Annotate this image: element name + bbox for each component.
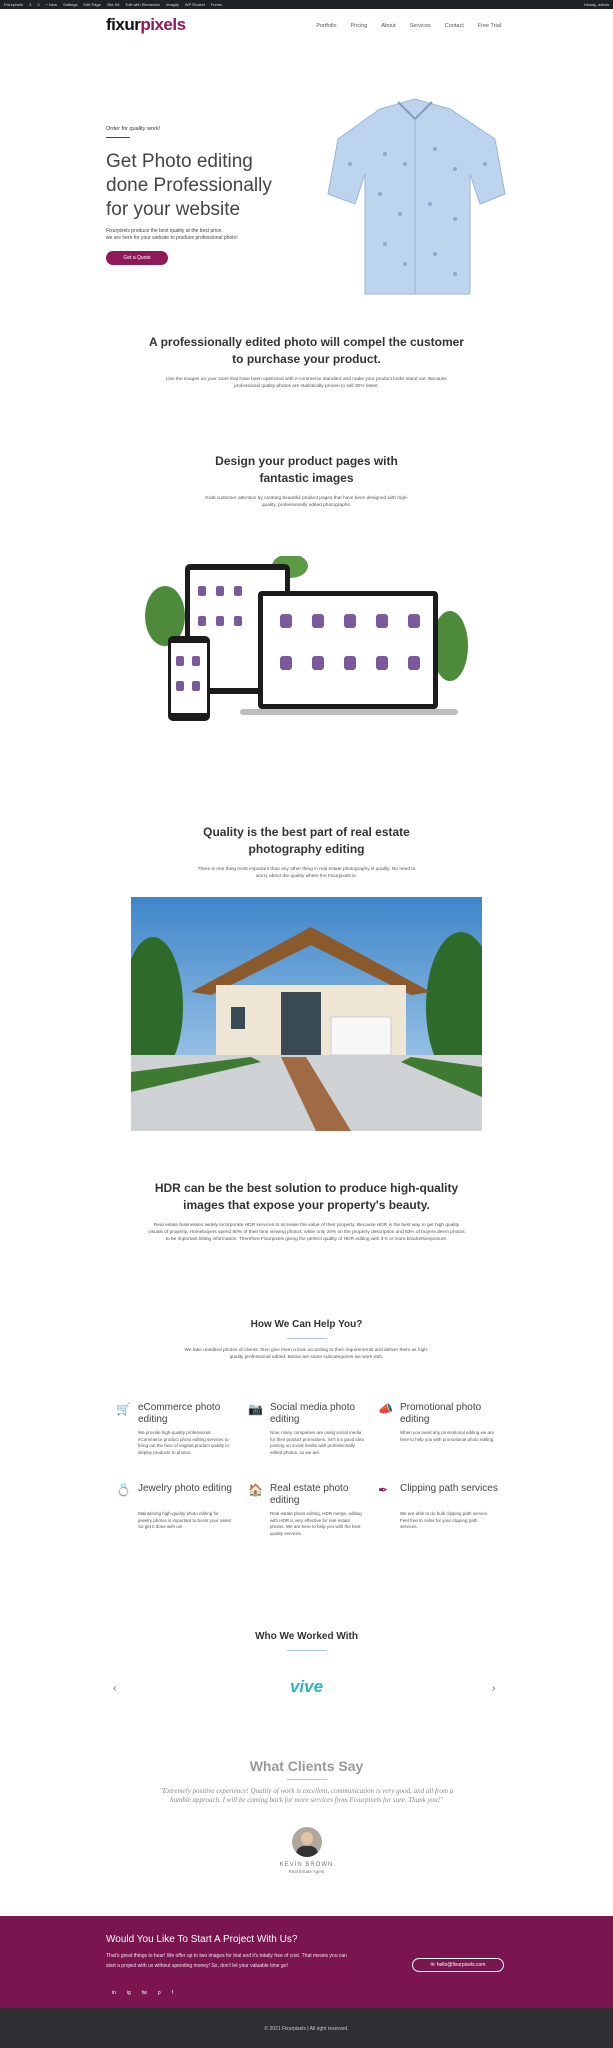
hero-description: Fixurpixels produce the best quality at …: [106, 228, 286, 242]
menu-item-free-trial[interactable]: Free Trial: [478, 23, 501, 29]
menu-item-contact[interactable]: Contact: [445, 23, 464, 29]
footer-cta: Would You Like To Start A Project With U…: [0, 1916, 613, 2008]
client-role: Real Estate Agent: [288, 1869, 325, 1874]
admin-user[interactable]: Howdy, admin: [584, 2, 609, 7]
section-testimonials: What Clients Say "Extremely positive exp…: [0, 1758, 613, 1805]
twitter-icon[interactable]: tw: [142, 1990, 147, 1996]
help-desc: We take unedited photos of clients, then…: [184, 1348, 429, 1360]
main-menu: Portfolio Pricing About Services Contact…: [316, 23, 501, 29]
hero-title: Get Photo editing done Professionally fo…: [106, 151, 272, 220]
hero-eyebrow: Order for quality work!: [106, 126, 161, 132]
section-3-title: Quality is the best part of real estate …: [203, 825, 410, 856]
cta-desc: That's great things to hear! We offer up…: [106, 1951, 347, 1971]
menu-item-services[interactable]: Services: [410, 23, 431, 29]
service-desc: We provide high-quality professional eCo…: [138, 1430, 230, 1455]
testimonials-divider: [286, 1779, 327, 1780]
partners-title: Who We Worked With: [255, 1631, 358, 1642]
admin-item[interactable]: Site Kit: [107, 2, 120, 7]
admin-item[interactable]: 3: [29, 2, 31, 7]
partner-logo-vive: vive: [289, 1677, 324, 1696]
section-4-title: HDR can be the best solution to produce …: [154, 1181, 459, 1212]
facebook-icon[interactable]: f: [172, 1990, 173, 1996]
section-2-desc: Grab customer attention by creating beau…: [204, 496, 409, 508]
admin-item[interactable]: Settings: [63, 2, 77, 7]
testimonial-quote: "Extremely positive experience! Quality …: [159, 1787, 454, 1804]
service-desc: Real estate photo editing, HDR merge, ed…: [270, 1511, 362, 1536]
section-2-title: Design your product pages with fantastic…: [215, 454, 398, 485]
shirt-image: [327, 98, 506, 295]
house-icon: 🏠: [248, 1483, 263, 1497]
section-hdr: HDR can be the best solution to produce …: [0, 1180, 613, 1243]
hero-desc-line-1: Fixurpixels produce the best quality at …: [106, 228, 223, 234]
menu-item-about[interactable]: About: [381, 23, 395, 29]
service-desc: Maintaining high-quality photo editing f…: [138, 1511, 232, 1529]
email-button[interactable]: ✉ hello@fixurpixels.com: [412, 1958, 504, 1972]
partners-divider: [286, 1650, 327, 1651]
hero-desc-line-2: we are here for your website to produce …: [106, 235, 238, 241]
site-header: fixurpixels Portfolio Pricing About Serv…: [0, 9, 613, 43]
service-title: Jewelry photo editing: [138, 1483, 232, 1494]
avatar-suit: [296, 1846, 318, 1857]
carousel-next-icon[interactable]: ›: [492, 1683, 495, 1694]
email-label: hello@fixurpixels.com: [436, 1962, 486, 1968]
section-help: How We Can Help You? We take unedited ph…: [0, 1316, 613, 1361]
get-quote-button[interactable]: Get a Quote: [106, 251, 168, 265]
service-title: Promotional photo editing: [400, 1402, 482, 1425]
logo-text-a: fixur: [106, 15, 141, 34]
admin-item[interactable]: Forms: [211, 2, 222, 7]
service-title: Real estate photo editing: [270, 1483, 349, 1506]
pinterest-icon[interactable]: p: [158, 1990, 161, 1996]
admin-item[interactable]: Fixurpixels: [4, 2, 23, 7]
admin-item[interactable]: Imagify: [166, 2, 179, 7]
megaphone-icon: 📣: [378, 1402, 393, 1416]
devices-mockup-image: [145, 556, 468, 721]
admin-bar: Fixurpixels 3 0 + New Settings Edit Page…: [0, 0, 613, 9]
help-title: How We Can Help You?: [250, 1319, 363, 1330]
social-links: in ig tw p f: [112, 1990, 173, 1996]
cta-desc-line-1: That's great things to hear! We offer up…: [106, 1953, 347, 1959]
service-desc: We are able to do bulk clipping path ser…: [400, 1511, 489, 1529]
real-estate-house-image: [131, 897, 482, 1131]
footer-bottom: © 2021 Fixurpixels | All right reserved.: [0, 2008, 613, 2048]
admin-item[interactable]: Edit Page: [84, 2, 101, 7]
hero-divider: [106, 137, 130, 138]
service-title: eCommerce photo editing: [138, 1402, 221, 1425]
section-3-desc: There is one thing most important than a…: [197, 867, 416, 879]
logo-text-b: pixels: [140, 15, 186, 34]
cta-title: Would You Like To Start A Project With U…: [106, 1934, 298, 1945]
instagram-icon[interactable]: ig: [127, 1990, 131, 1996]
client-name: KEVIN BROWN: [279, 1862, 334, 1868]
pen-tool-icon: ✒: [378, 1483, 389, 1497]
help-divider: [286, 1338, 327, 1339]
service-desc: Now, many companies are using social med…: [270, 1430, 364, 1455]
cta-desc-line-2: start a project with us without spending…: [106, 1963, 288, 1969]
section-1-title: A professionally edited photo will compe…: [149, 335, 464, 366]
section-quality: Quality is the best part of real estate …: [0, 824, 613, 880]
section-product-pages: Design your product pages with fantastic…: [0, 453, 613, 509]
service-title: Clipping path services: [400, 1483, 498, 1494]
ring-icon: 💍: [116, 1483, 131, 1497]
menu-item-portfolio[interactable]: Portfolio: [316, 23, 336, 29]
service-desc: When you need any promotional editing we…: [400, 1430, 495, 1442]
camera-icon: 📷: [248, 1402, 263, 1416]
service-title: Social media photo editing: [270, 1402, 356, 1425]
testimonials-title: What Clients Say: [249, 1758, 364, 1774]
avatar-face: [301, 1832, 313, 1845]
section-partners: Who We Worked With: [0, 1628, 613, 1651]
admin-item[interactable]: + New: [46, 2, 57, 7]
section-edited-photo: A professionally edited photo will compe…: [0, 334, 613, 390]
site-logo[interactable]: fixurpixels: [106, 15, 186, 35]
cart-icon: 🛒: [116, 1402, 131, 1416]
copyright-text: © 2021 Fixurpixels | All right reserved.: [264, 2026, 349, 2032]
linkedin-icon[interactable]: in: [112, 1990, 116, 1996]
client-avatar: [292, 1827, 322, 1857]
admin-item[interactable]: Edit with Elementor: [126, 2, 160, 7]
mail-icon: ✉: [430, 1962, 435, 1968]
section-4-desc: Real estate businesses widely incorporat…: [148, 1223, 465, 1242]
menu-item-pricing[interactable]: Pricing: [351, 23, 368, 29]
admin-item[interactable]: WP Rocket: [185, 2, 205, 7]
get-quote-label: Get a Quote: [123, 255, 151, 261]
section-1-desc: Use the images on your store that have b…: [166, 377, 447, 389]
admin-item[interactable]: 0: [37, 2, 39, 7]
